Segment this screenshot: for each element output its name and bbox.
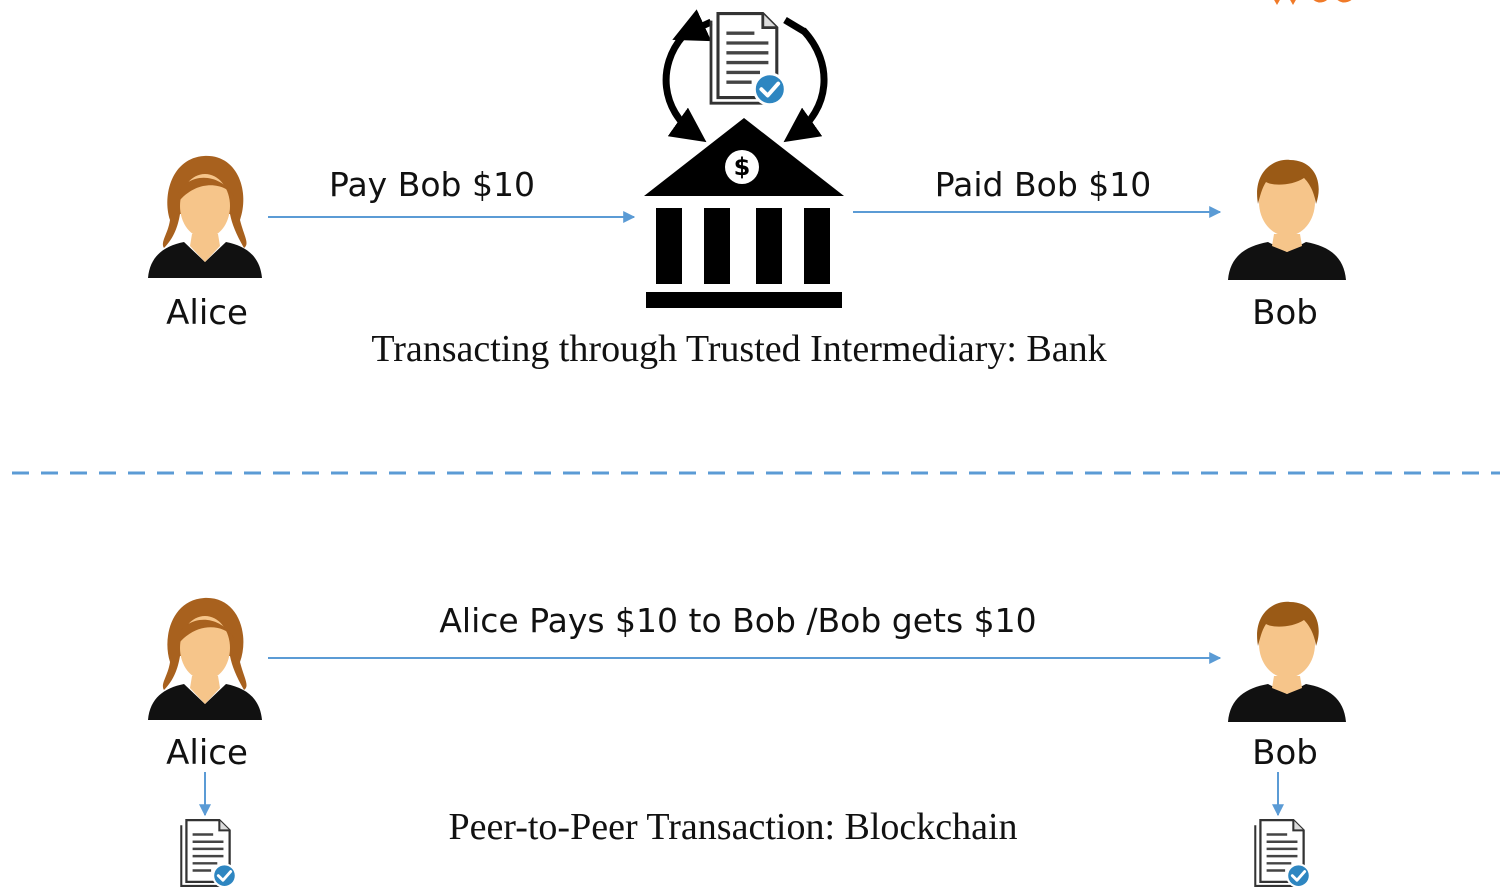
bob-ledger-icon <box>1253 818 1312 888</box>
p2p-arrow-label: Alice Pays $10 to Bob /Bob gets $10 <box>439 601 1037 640</box>
alice-ledger-icon <box>179 818 238 888</box>
p2p-caption: Peer-to-Peer Transaction: Blockchain <box>448 806 1018 848</box>
p2p-arrow <box>199 652 1284 817</box>
